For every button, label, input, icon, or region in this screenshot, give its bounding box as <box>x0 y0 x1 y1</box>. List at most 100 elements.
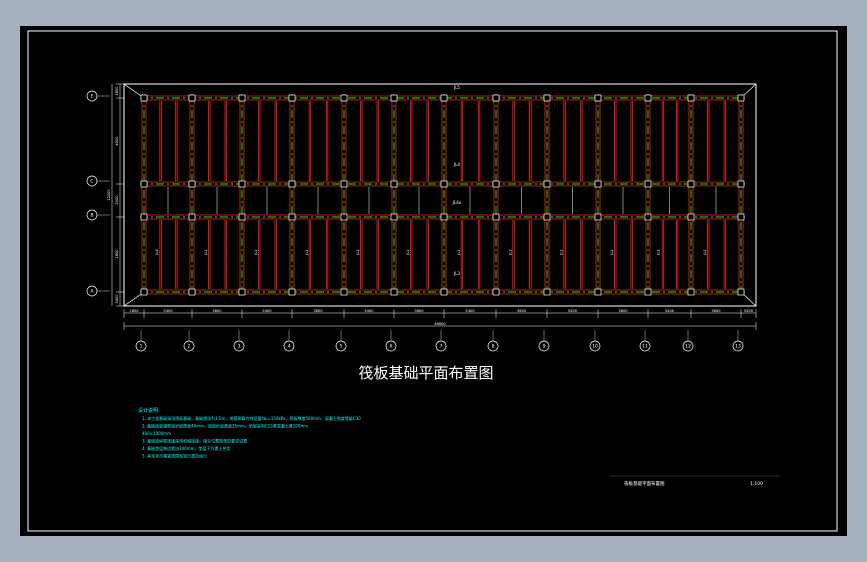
column-axis-label: 13 <box>735 344 741 350</box>
column-box <box>687 94 695 102</box>
column-box <box>340 94 348 102</box>
bottom-dimension-text: 5400 <box>465 309 475 313</box>
bottom-dimension-text: 5400 <box>744 309 754 313</box>
left-total-dimension-text: 12000 <box>107 189 111 201</box>
column-box <box>390 213 398 221</box>
vertical-beam-label: JL1 <box>560 249 564 255</box>
note-line: 3. 基础梁纵筋连接采用机械连接，接头位置按规范要求设置 <box>142 438 247 444</box>
column-box <box>543 213 551 221</box>
vertical-beam-label: JL1 <box>509 249 513 255</box>
note-line: 400×1000mm <box>142 431 171 436</box>
column-box <box>687 180 695 188</box>
column-axis-label: 2 <box>188 344 191 350</box>
design-notes: 设计说明: 1. 本工程基础采用筏板基础，基础埋深为1.5m，地基承载力特征值f… <box>138 407 361 459</box>
column-box <box>687 288 695 296</box>
raft-slab-outline <box>123 83 757 307</box>
column-box <box>594 213 602 221</box>
bottom-dimension-text: 3600 <box>618 309 628 313</box>
column-box <box>644 288 652 296</box>
bottom-dimension-text: 3600 <box>711 309 721 313</box>
column-axis-label: 4 <box>288 344 291 350</box>
column-box <box>594 94 602 102</box>
column-axis-label: 9 <box>543 344 546 350</box>
column-box <box>188 288 196 296</box>
left-dimension-text: 4500 <box>115 136 119 146</box>
row-axis-label: C <box>90 179 93 185</box>
column-box <box>140 180 148 188</box>
drawing-title: 筏板基础平面布置图 <box>358 364 493 382</box>
column-box <box>188 94 196 102</box>
column-box <box>390 94 398 102</box>
column-box <box>238 213 246 221</box>
column-box <box>440 213 448 221</box>
column-box <box>492 288 500 296</box>
vertical-beam-label: JL1 <box>406 249 410 255</box>
title-block-scale: 1:100 <box>750 481 763 487</box>
column-box <box>492 180 500 188</box>
column-box <box>390 288 398 296</box>
column-box <box>140 213 148 221</box>
note-line: 5. 其余未尽事宜按国家现行规范执行 <box>142 453 207 459</box>
column-box <box>340 213 348 221</box>
note-line: 2. 基础底板钢筋保护层厚度40mm，梁保护层厚度35mm，垫层采用C15素混凝… <box>142 423 308 429</box>
column-axis-label: 3 <box>238 344 241 350</box>
column-box <box>140 288 148 296</box>
cad-model-viewport[interactable]: 1800 4500 2000 1800 3400 12000 1800 5400 3600 540… <box>20 26 847 536</box>
column-box <box>238 94 246 102</box>
left-dimension-text: 2000 <box>115 195 119 205</box>
column-box <box>687 213 695 221</box>
column-box <box>340 288 348 296</box>
left-dimension-text: 3400 <box>115 294 119 304</box>
left-dimension-text: 1800 <box>115 86 119 96</box>
vertical-beam-label: JL1 <box>254 249 258 255</box>
column-box <box>492 213 500 221</box>
column-axis-label: 11 <box>642 344 648 350</box>
columns <box>140 94 745 296</box>
bottom-dimension-text: 5400 <box>364 309 374 313</box>
foundation-beams <box>141 95 744 295</box>
vertical-beam-label: JL1 <box>657 249 661 255</box>
column-box <box>288 94 296 102</box>
column-box <box>543 180 551 188</box>
column-box <box>644 180 652 188</box>
bottom-total-dimension-text: 46800 <box>434 322 446 326</box>
column-box <box>188 213 196 221</box>
column-axis-label: 1 <box>140 344 143 350</box>
column-box <box>737 213 745 221</box>
note-line: 1. 本工程基础采用筏板基础，基础埋深为1.5m，地基承载力特征值fak=150… <box>142 415 361 421</box>
column-box <box>594 180 602 188</box>
bottom-dimension-text: 5400 <box>665 309 675 313</box>
column-box <box>440 180 448 188</box>
column-box <box>492 94 500 102</box>
column-axis-label: 5 <box>340 344 343 350</box>
column-axis-label: 10 <box>592 344 598 350</box>
bottom-dimension-text: 3600 <box>414 309 424 313</box>
vertical-beam-label: JL1 <box>457 249 461 255</box>
bottom-dimension-text: 5400 <box>262 309 272 313</box>
column-box <box>737 94 745 102</box>
column-box <box>140 94 148 102</box>
notes-title: 设计说明: <box>138 407 160 414</box>
title-block-name: 筏板基础平面布置图 <box>624 480 665 487</box>
vertical-beam-label: JL1 <box>356 249 360 255</box>
left-dimension-text: 1800 <box>115 249 119 259</box>
beam-label: JL4a <box>452 200 462 205</box>
bottom-dimension-text: 5400 <box>568 309 578 313</box>
column-axis-label: 6 <box>390 344 393 350</box>
bottom-dimension-text: 3600 <box>212 309 222 313</box>
column-box <box>594 288 602 296</box>
column-box <box>340 180 348 188</box>
column-box <box>440 94 448 102</box>
column-box <box>644 94 652 102</box>
vertical-beam-label: JL1 <box>703 249 707 255</box>
column-box <box>390 180 398 188</box>
column-box <box>543 94 551 102</box>
row-axis-label: B <box>90 213 93 219</box>
column-box <box>543 288 551 296</box>
beam-label: JL3 <box>453 271 460 276</box>
column-box <box>644 213 652 221</box>
column-box <box>737 288 745 296</box>
vertical-beam-label: JL1 <box>305 249 309 255</box>
dimensions: 1800 4500 2000 1800 3400 12000 1800 5400 3600 540… <box>107 83 757 330</box>
beam-labels: JL5 JL4 JL4a JL3 JL4 JL1 JL1 JL1 JL1 JL1 JL1 JL1 JL1… <box>155 85 707 276</box>
